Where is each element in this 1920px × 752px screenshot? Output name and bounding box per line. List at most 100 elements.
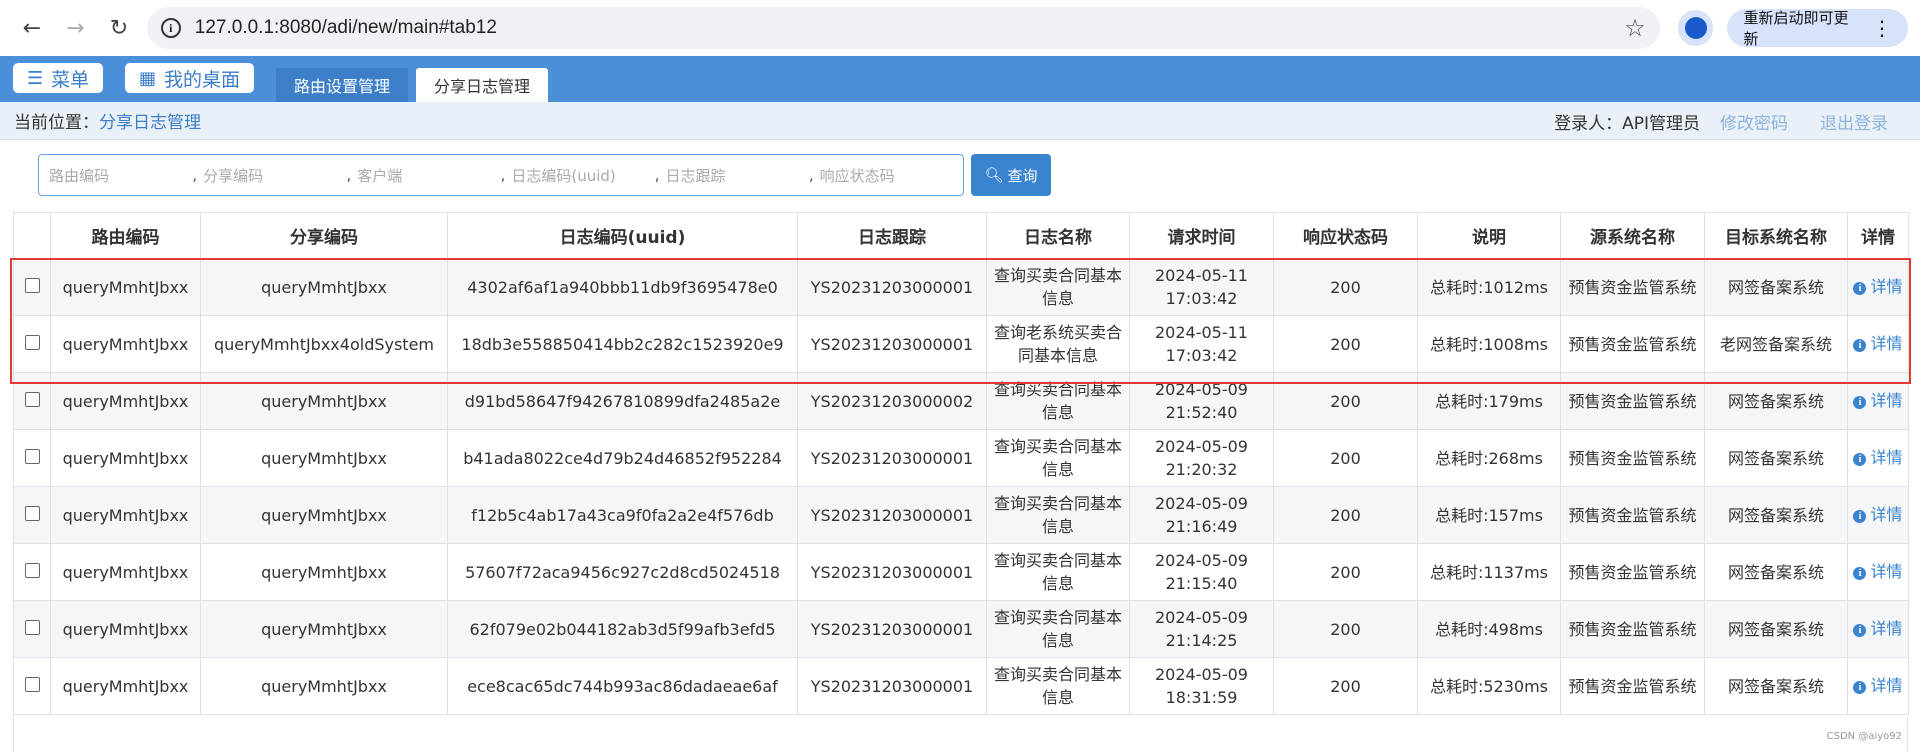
detail-link-label: 详情 xyxy=(1870,562,1903,581)
cell-request-time: 2024-05-09 21:52:40 xyxy=(1129,372,1274,430)
app-header: ☰ 菜单 ▦ 我的桌面 路由设置管理 分享日志管理 xyxy=(0,56,1920,102)
cell-request-time: 2024-05-11 17:03:42 xyxy=(1129,258,1274,316)
site-info-icon[interactable]: i xyxy=(160,18,181,38)
cell-status-code: 200 xyxy=(1273,429,1418,487)
placeholder-status-code: 响应状态码 xyxy=(819,166,895,185)
col-route-code[interactable]: 路由编码 xyxy=(50,212,201,259)
menu-button[interactable]: ☰ 菜单 xyxy=(13,63,104,93)
row-checkbox[interactable] xyxy=(24,562,40,578)
table-row[interactable]: queryMmhtJbxx queryMmhtJbxx f12b5c4ab17a43… xyxy=(13,486,1909,544)
breadcrumb-current[interactable]: 分享日志管理 xyxy=(99,108,201,133)
detail-link[interactable]: i 详情 xyxy=(1852,504,1904,526)
cell-detail: i 详情 xyxy=(1847,543,1909,601)
col-target-system[interactable]: 目标系统名称 xyxy=(1704,212,1848,259)
detail-link[interactable]: i 详情 xyxy=(1852,675,1904,697)
cell-target-system: 网签备案系统 xyxy=(1704,258,1848,316)
cell-source-system: 预售资金监管系统 xyxy=(1560,315,1705,373)
search-input[interactable]: 路由编码, 分享编码, 客户端, 日志编码(uuid), 日志跟踪, 响应状态码 xyxy=(38,154,964,196)
change-password-link[interactable]: 修改密码 xyxy=(1720,109,1788,134)
col-status-code[interactable]: 响应状态码 xyxy=(1273,212,1418,259)
col-log-name[interactable]: 日志名称 xyxy=(986,212,1130,259)
request-date: 2024-05-09 xyxy=(1155,380,1248,399)
list-icon: ☰ xyxy=(27,67,44,89)
row-checkbox[interactable] xyxy=(24,676,40,692)
detail-link[interactable]: i 详情 xyxy=(1852,618,1904,640)
table-row[interactable]: queryMmhtJbxx queryMmhtJbxx4oldSystem 18db… xyxy=(13,315,1909,373)
request-date: 2024-05-11 xyxy=(1155,266,1248,285)
detail-link[interactable]: i 详情 xyxy=(1852,447,1904,469)
cell-source-system: 预售资金监管系统 xyxy=(1560,543,1705,601)
cell-select xyxy=(13,600,51,658)
row-checkbox[interactable] xyxy=(24,619,40,635)
my-desktop-button[interactable]: ▦ 我的桌面 xyxy=(125,63,255,93)
row-checkbox[interactable] xyxy=(24,277,40,293)
detail-link[interactable]: i 详情 xyxy=(1852,276,1904,298)
detail-link[interactable]: i 详情 xyxy=(1852,561,1904,583)
table-row[interactable]: queryMmhtJbxx queryMmhtJbxx 4302af6af1a940… xyxy=(13,258,1909,316)
url-text[interactable]: 127.0.0.1:8080/adi/new/main#tab12 xyxy=(195,17,1625,39)
request-time: 21:15:40 xyxy=(1165,574,1238,593)
table-row[interactable]: queryMmhtJbxx queryMmhtJbxx ece8cac65dc744… xyxy=(13,657,1909,715)
cell-route-code: queryMmhtJbxx xyxy=(50,372,201,430)
cell-request-time: 2024-05-09 21:20:32 xyxy=(1129,429,1274,487)
update-button[interactable]: 重新启动即可更新 ⋮ xyxy=(1727,9,1908,48)
cell-select xyxy=(13,258,51,316)
forward-arrow-icon[interactable]: → xyxy=(56,8,96,48)
placeholder-client: 客户端 xyxy=(357,166,403,185)
row-checkbox[interactable] xyxy=(24,505,40,521)
col-log-uuid[interactable]: 日志编码(uuid) xyxy=(447,212,798,259)
detail-link-label: 详情 xyxy=(1870,505,1903,524)
table-row[interactable]: queryMmhtJbxx queryMmhtJbxx d91bd58647f942… xyxy=(13,372,1909,430)
bookmark-star-icon[interactable]: ☆ xyxy=(1624,14,1646,42)
detail-link-label: 详情 xyxy=(1870,676,1903,695)
table-row[interactable]: queryMmhtJbxx queryMmhtJbxx b41ada8022ce4d… xyxy=(13,429,1909,487)
placeholder-log-trace: 日志跟踪 xyxy=(665,166,726,185)
cell-target-system: 老网签备案系统 xyxy=(1704,315,1848,373)
logged-in-user: 登录人：API管理员 xyxy=(1554,113,1700,134)
cell-log-name: 查询买卖合同基本信息 xyxy=(986,600,1130,658)
cell-detail: i 详情 xyxy=(1847,258,1909,316)
col-select xyxy=(13,212,51,259)
col-log-trace[interactable]: 日志跟踪 xyxy=(797,212,987,259)
request-time: 21:16:49 xyxy=(1165,517,1238,536)
col-source-system[interactable]: 源系统名称 xyxy=(1560,212,1705,259)
more-menu-icon[interactable]: ⋮ xyxy=(1872,16,1892,40)
cell-select xyxy=(13,429,51,487)
row-checkbox[interactable] xyxy=(24,334,40,350)
cell-detail: i 详情 xyxy=(1847,486,1909,544)
profile-avatar-icon[interactable] xyxy=(1677,10,1714,46)
cell-route-code: queryMmhtJbxx xyxy=(50,315,201,373)
cell-route-code: queryMmhtJbxx xyxy=(50,486,201,544)
request-time: 18:31:59 xyxy=(1165,688,1238,707)
cell-description: 总耗时:1012ms xyxy=(1417,258,1561,316)
tab-share-log[interactable]: 分享日志管理 xyxy=(416,68,549,102)
cell-share-code: queryMmhtJbxx xyxy=(200,657,448,715)
table-row[interactable]: queryMmhtJbxx queryMmhtJbxx 62f079e02b0441… xyxy=(13,600,1909,658)
cell-log-trace: YS20231203000001 xyxy=(797,315,987,373)
search-button[interactable]: 🔍︎ 查询 xyxy=(971,154,1051,196)
cell-target-system: 网签备案系统 xyxy=(1704,486,1848,544)
cell-log-uuid: d91bd58647f94267810899dfa2485a2e xyxy=(447,372,798,430)
cell-source-system: 预售资金监管系统 xyxy=(1560,657,1705,715)
cell-detail: i 详情 xyxy=(1847,315,1909,373)
cell-description: 总耗时:1008ms xyxy=(1417,315,1561,373)
cell-source-system: 预售资金监管系统 xyxy=(1560,258,1705,316)
col-description[interactable]: 说明 xyxy=(1417,212,1561,259)
info-icon: i xyxy=(1853,339,1867,352)
request-date: 2024-05-09 xyxy=(1155,494,1248,513)
table-row[interactable]: queryMmhtJbxx queryMmhtJbxx 57607f72aca945… xyxy=(13,543,1909,601)
detail-link[interactable]: i 详情 xyxy=(1852,390,1904,412)
cell-share-code: queryMmhtJbxx xyxy=(200,600,448,658)
detail-link[interactable]: i 详情 xyxy=(1852,333,1904,355)
address-bar[interactable]: i 127.0.0.1:8080/adi/new/main#tab12 ☆ xyxy=(146,7,1660,49)
tab-route-settings[interactable]: 路由设置管理 xyxy=(276,68,409,102)
reload-icon[interactable]: ↻ xyxy=(99,8,139,48)
col-share-code[interactable]: 分享编码 xyxy=(200,212,448,259)
row-checkbox[interactable] xyxy=(24,391,40,407)
back-arrow-icon[interactable]: ← xyxy=(12,8,52,48)
request-time: 21:52:40 xyxy=(1165,403,1238,422)
row-checkbox[interactable] xyxy=(24,448,40,464)
col-request-time[interactable]: 请求时间 xyxy=(1129,212,1274,259)
logout-link[interactable]: 退出登录 xyxy=(1820,109,1888,134)
cell-log-name: 查询买卖合同基本信息 xyxy=(986,372,1130,430)
